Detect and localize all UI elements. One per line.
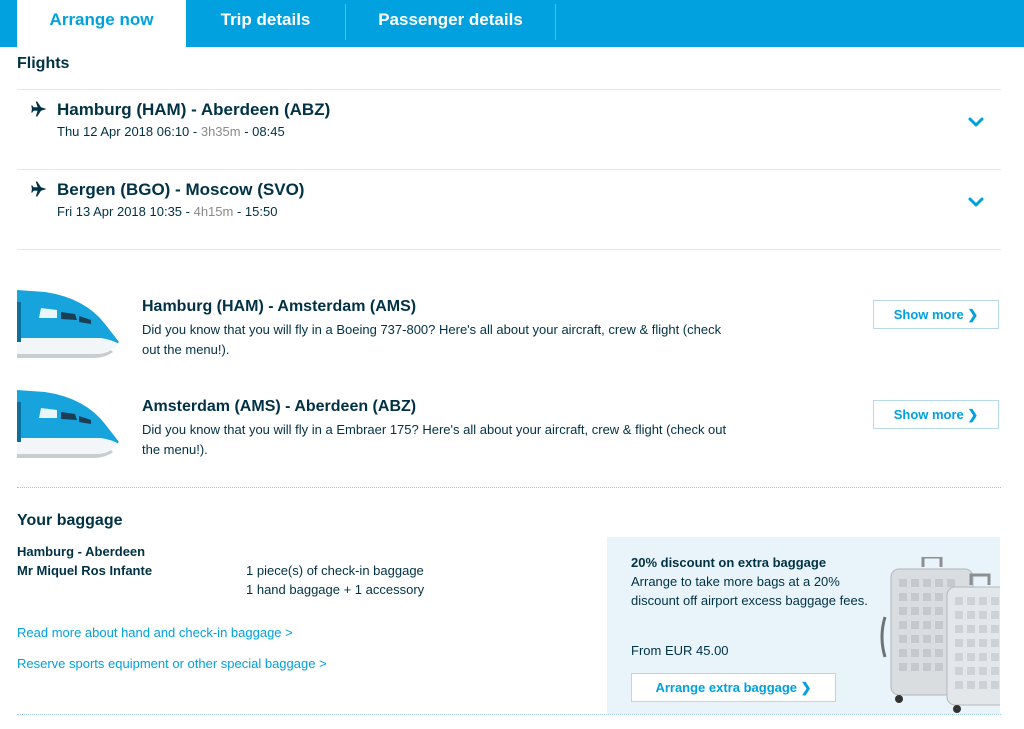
divider — [17, 487, 1001, 488]
arrival-time: 15:50 — [244, 204, 278, 219]
plane-icon — [31, 101, 47, 117]
separator: - — [182, 204, 194, 219]
show-more-button[interactable]: Show more ❯ — [873, 400, 999, 429]
separator: - — [233, 204, 245, 219]
flight-route: Hamburg (HAM) - Aberdeen (ABZ) — [57, 100, 331, 119]
arrival-time: 08:45 — [252, 124, 285, 139]
special-baggage-link[interactable]: Reserve sports equipment or other specia… — [17, 656, 327, 671]
aircraft-nose-image — [17, 390, 119, 458]
promo-text: Arrange to take more bags at a 20% disco… — [631, 574, 868, 608]
aircraft-nose-image — [17, 290, 119, 358]
divider — [17, 249, 1001, 250]
arrange-extra-baggage-button[interactable]: Arrange extra baggage ❯ — [631, 673, 836, 702]
chevron-down-icon[interactable] — [967, 193, 985, 211]
checkin-baggage: 1 piece(s) of check-in baggage — [246, 563, 424, 578]
hand-baggage: 1 hand baggage + 1 accessory — [246, 582, 425, 597]
extra-baggage-promo: 20% discount on extra baggage Arrange to… — [607, 537, 1000, 714]
departure-datetime: Thu 12 Apr 2018 06:10 — [57, 124, 190, 139]
divider — [17, 714, 1001, 715]
separator: - — [240, 124, 253, 139]
separator: - — [189, 124, 201, 139]
aircraft-info-text: Did you know that you will fly in a Boei… — [142, 322, 722, 357]
flight-times: Fri 13 Apr 2018 10:35 - 4h15m - 15:50 — [57, 204, 277, 219]
flight-duration: 3h35m — [200, 124, 241, 139]
flight-times: Thu 12 Apr 2018 06:10 - 3h35m - 08:45 — [57, 124, 285, 139]
tab-arrange-now[interactable]: Arrange now — [17, 0, 186, 47]
aircraft-info-title: Hamburg (HAM) - Amsterdam (AMS) — [142, 298, 417, 315]
passenger-name: Mr Miquel Ros Infante — [17, 563, 153, 578]
chevron-down-icon[interactable] — [967, 113, 985, 131]
flight-row[interactable]: Hamburg (HAM) - Aberdeen (ABZ) Thu 12 Ap… — [17, 90, 1001, 170]
aircraft-info-text: Did you know that you will fly in a Embr… — [142, 422, 727, 457]
baggage-heading: Your baggage — [17, 512, 123, 529]
tab-trip-details[interactable]: Trip details — [186, 0, 345, 47]
suitcase-image — [880, 557, 1000, 713]
tab-divider — [555, 4, 556, 40]
flights-heading: Flights — [17, 55, 70, 72]
tab-bar: Arrange now Trip details Passenger detai… — [0, 0, 1024, 47]
promo-price: From EUR 45.00 — [631, 643, 729, 658]
flight-route: Bergen (BGO) - Moscow (SVO) — [57, 180, 305, 199]
promo-title: 20% discount on extra baggage — [631, 555, 827, 570]
hand-checkin-baggage-link[interactable]: Read more about hand and check-in baggag… — [17, 625, 293, 640]
plane-icon — [31, 181, 47, 197]
flight-row[interactable]: Bergen (BGO) - Moscow (SVO) Fri 13 Apr 2… — [17, 170, 1001, 250]
baggage-route: Hamburg - Aberdeen — [17, 544, 146, 559]
flight-duration: 4h15m — [193, 204, 234, 219]
departure-datetime: Fri 13 Apr 2018 10:35 — [57, 204, 183, 219]
show-more-button[interactable]: Show more ❯ — [873, 300, 999, 329]
aircraft-info-title: Amsterdam (AMS) - Aberdeen (ABZ) — [142, 398, 417, 415]
tab-passenger-details[interactable]: Passenger details — [346, 0, 555, 47]
